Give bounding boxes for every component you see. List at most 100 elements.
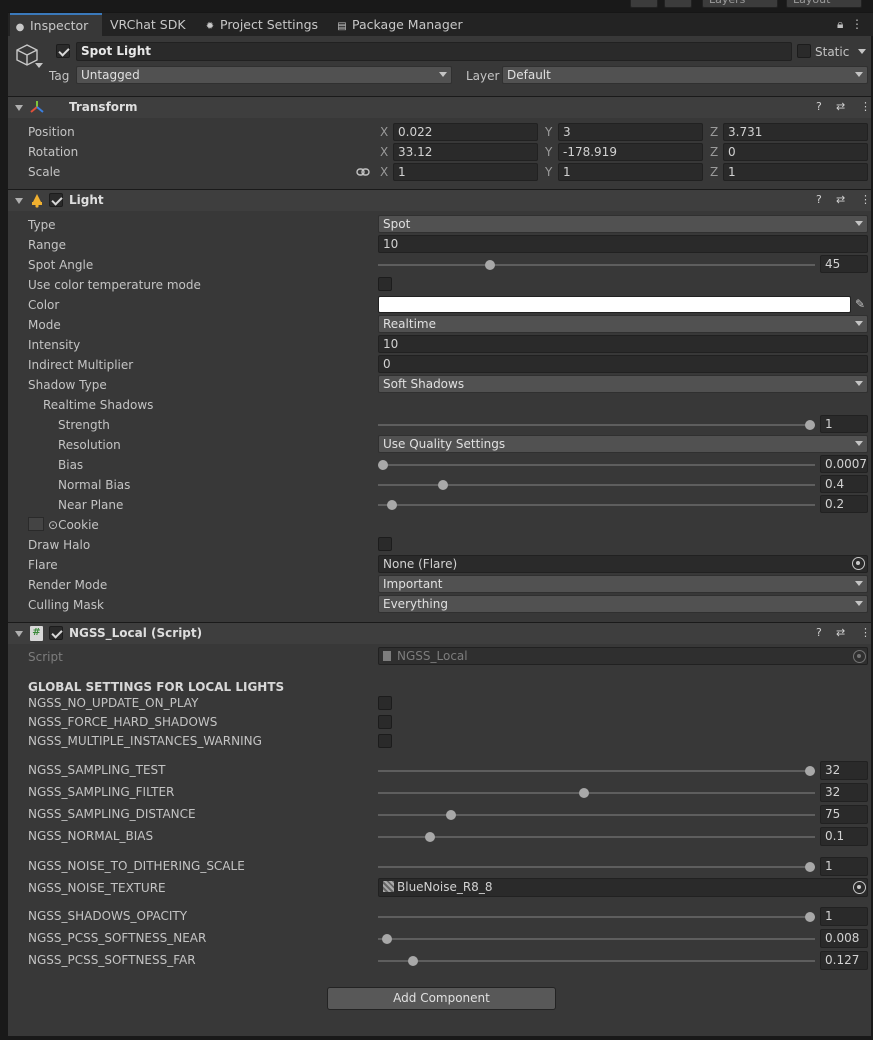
lock-icon[interactable]: 🔒︎ <box>837 17 843 31</box>
foldout-arrow-icon[interactable] <box>15 198 23 204</box>
presets-icon[interactable]: ⇄ <box>836 100 845 113</box>
render-mode-dropdown[interactable]: Important <box>378 575 868 593</box>
ngss-header[interactable]: # NGSS_Local (Script) ? ⇄ ⋮ <box>8 622 873 644</box>
flare-field[interactable]: None (Flare) <box>378 555 868 573</box>
transform-header[interactable]: Transform ? ⇄ ⋮ <box>8 96 873 118</box>
draw-halo-toggle[interactable] <box>378 537 392 551</box>
slider-knob[interactable] <box>382 934 393 944</box>
scale-z-field[interactable]: 1 <box>723 163 868 181</box>
ngss-ngss-sampling-distance-field[interactable]: 75 <box>820 805 868 824</box>
bias-field[interactable]: 0.0007 <box>820 455 868 473</box>
help-icon[interactable]: ? <box>816 626 822 639</box>
ngss-toggle-checkbox[interactable] <box>378 696 392 710</box>
ngss-ngss-pcss-softness-far-field[interactable]: 0.127 <box>820 951 868 970</box>
slider-knob[interactable] <box>446 810 457 820</box>
shadow-type-dropdown[interactable]: Soft Shadows <box>378 375 868 393</box>
layer-dropdown[interactable]: Default <box>502 66 868 84</box>
ngss-ngss-sampling-test-slider[interactable] <box>378 760 815 782</box>
context-menu-icon[interactable]: ⋮ <box>860 626 871 639</box>
spot-angle-slider[interactable] <box>378 255 815 275</box>
active-toggle[interactable] <box>56 44 70 58</box>
slider-knob[interactable] <box>437 480 448 490</box>
near-plane-slider[interactable] <box>378 495 815 515</box>
undo-history-button[interactable] <box>630 0 658 8</box>
eyedropper-icon[interactable]: ✎ <box>855 297 865 311</box>
slider-knob[interactable] <box>805 912 815 922</box>
presets-icon[interactable]: ⇄ <box>836 193 845 206</box>
ngss-ngss-sampling-test-field[interactable]: 32 <box>820 761 868 780</box>
scale-y-field[interactable]: 1 <box>558 163 703 181</box>
foldout-arrow-icon[interactable] <box>15 631 23 637</box>
search-button[interactable] <box>664 0 692 8</box>
resolution-dropdown[interactable]: Use Quality Settings <box>378 435 868 453</box>
static-dropdown-arrow-icon[interactable] <box>858 49 866 54</box>
object-picker-icon[interactable]: ⊙ <box>48 518 58 532</box>
position-x-field[interactable]: 0.022 <box>393 123 538 141</box>
ngss-enabled-toggle[interactable] <box>49 626 63 640</box>
ngss-ngss-normal-bias-field[interactable]: 0.1 <box>820 827 868 846</box>
ngss-ngss-sampling-distance-slider[interactable] <box>378 804 815 826</box>
object-name-field[interactable]: Spot Light <box>76 42 792 61</box>
slider-knob[interactable] <box>407 956 418 966</box>
help-icon[interactable]: ? <box>816 100 822 113</box>
type-dropdown[interactable]: Spot <box>378 215 868 233</box>
slider-knob[interactable] <box>386 500 397 510</box>
slider-knob[interactable] <box>805 766 815 776</box>
color-temp-toggle[interactable] <box>378 277 392 291</box>
position-z-field[interactable]: 3.731 <box>723 123 868 141</box>
slider-knob[interactable] <box>578 788 589 798</box>
ngss-ngss-pcss-softness-near-field[interactable]: 0.008 <box>820 929 868 948</box>
position-y-field[interactable]: 3 <box>558 123 703 141</box>
ngss-ngss-shadows-opacity-slider[interactable] <box>378 906 815 928</box>
ngss-ngss-pcss-softness-far-slider[interactable] <box>378 950 815 972</box>
normal-bias-field[interactable]: 0.4 <box>820 475 868 493</box>
rotation-z-field[interactable]: 0 <box>723 143 868 161</box>
foldout-arrow-icon[interactable] <box>15 105 23 111</box>
color-swatch[interactable] <box>378 296 851 313</box>
slider-knob[interactable] <box>805 420 815 430</box>
cookie-texture-slot[interactable] <box>28 517 44 531</box>
slider-knob[interactable] <box>805 862 815 872</box>
ngss-ngss-sampling-filter-slider[interactable] <box>378 782 815 804</box>
noise-texture-field[interactable]: BlueNoise_R8_8 <box>378 878 868 897</box>
rotation-x-field[interactable]: 33.12 <box>393 143 538 161</box>
ngss-toggle-checkbox[interactable] <box>378 734 392 748</box>
range-field[interactable]: 10 <box>378 235 868 253</box>
scale-x-field[interactable]: 1 <box>393 163 538 181</box>
ngss-ngss-shadows-opacity-field[interactable]: 1 <box>820 907 868 926</box>
icon-picker-arrow-icon[interactable] <box>35 63 43 68</box>
light-enabled-toggle[interactable] <box>49 193 63 207</box>
strength-field[interactable]: 1 <box>820 415 868 433</box>
tab-package-manager[interactable]: ▤ Package Manager <box>332 13 472 37</box>
slider-knob[interactable] <box>424 832 435 842</box>
tag-dropdown[interactable]: Untagged <box>76 66 452 84</box>
bias-slider[interactable] <box>378 455 815 475</box>
tab-inspector[interactable]: ● Inspector <box>10 13 102 37</box>
tab-project-settings[interactable]: ✹ Project Settings <box>200 13 326 37</box>
ngss-ngss-sampling-filter-field[interactable]: 32 <box>820 783 868 802</box>
strength-slider[interactable] <box>378 415 815 435</box>
add-component-button[interactable]: Add Component <box>327 987 556 1010</box>
normal-bias-slider[interactable] <box>378 475 815 495</box>
slider-knob[interactable] <box>378 460 388 470</box>
object-picker-icon[interactable] <box>853 881 866 894</box>
more-menu-icon[interactable]: ⋮ <box>851 17 863 31</box>
presets-icon[interactable]: ⇄ <box>836 626 845 639</box>
ngss-ngss-normal-bias-slider[interactable] <box>378 826 815 848</box>
spot-angle-field[interactable]: 45 <box>820 255 868 273</box>
indirect-multiplier-field[interactable]: 0 <box>378 355 868 373</box>
context-menu-icon[interactable]: ⋮ <box>860 193 871 206</box>
help-icon[interactable]: ? <box>816 193 822 206</box>
rotation-y-field[interactable]: -178.919 <box>558 143 703 161</box>
near-plane-field[interactable]: 0.2 <box>820 495 868 513</box>
tab-vrchat-sdk[interactable]: VRChat SDK <box>106 13 196 37</box>
layers-dropdown[interactable]: Layers <box>702 0 778 8</box>
object-picker-icon[interactable] <box>852 557 865 570</box>
culling-mask-dropdown[interactable]: Everything <box>378 595 868 613</box>
ngss-noise-to-dithering-scale-field[interactable]: 1 <box>820 857 868 876</box>
ngss-noise-to-dithering-scale-slider[interactable] <box>378 856 815 878</box>
context-menu-icon[interactable]: ⋮ <box>860 100 871 113</box>
ngss-ngss-pcss-softness-near-slider[interactable] <box>378 928 815 950</box>
link-icon[interactable] <box>356 166 370 176</box>
layout-dropdown[interactable]: Layout <box>786 0 862 8</box>
